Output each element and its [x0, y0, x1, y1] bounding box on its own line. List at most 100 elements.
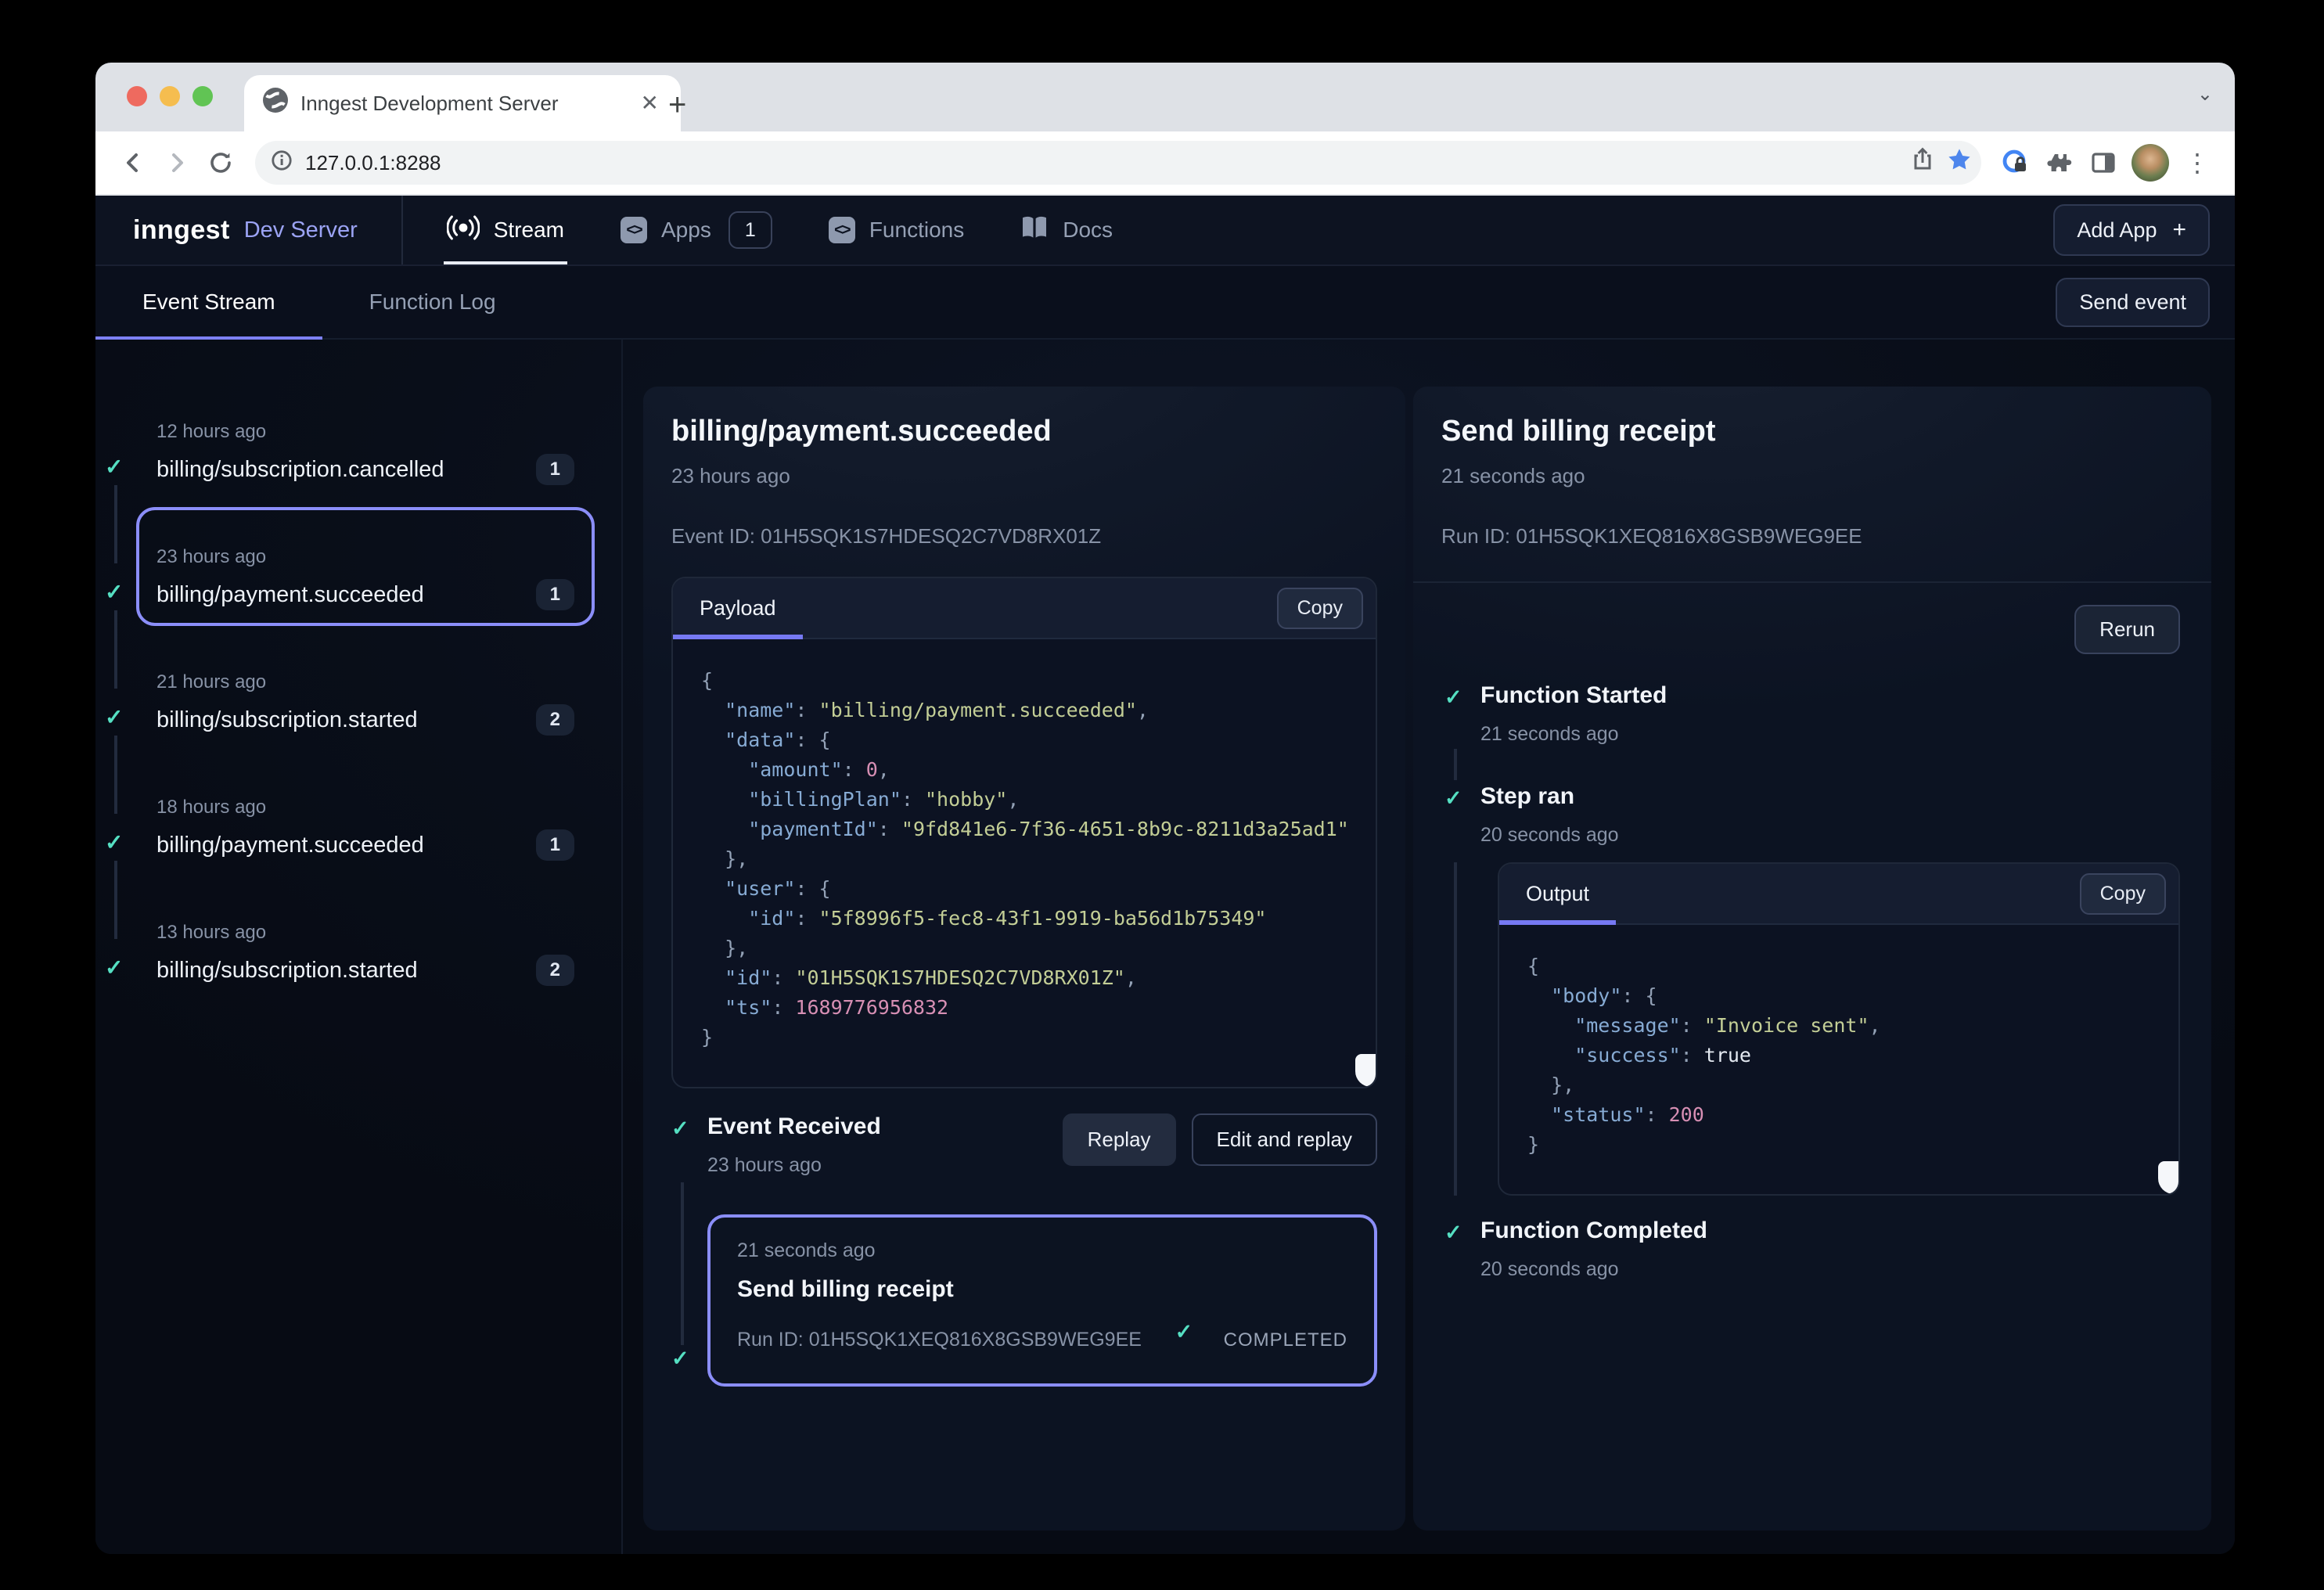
reload-icon[interactable] [199, 141, 243, 185]
new-tab-button[interactable]: + [668, 89, 686, 121]
site-info-icon[interactable] [271, 149, 293, 178]
tab-title: Inngest Development Server [300, 92, 622, 116]
timeline-entry-title: Step ran [1480, 783, 1619, 810]
event-item-time: 18 hours ago [156, 797, 574, 818]
check-icon: ✓ [105, 579, 123, 605]
stream-tabrow: Event Stream Function Log Send event [95, 266, 2235, 340]
event-item-name: billing/subscription.cancelled [156, 457, 536, 483]
dev-server-label: Dev Server [244, 218, 358, 243]
nav-item-stream[interactable]: Stream [419, 196, 592, 264]
profile-avatar[interactable] [2132, 144, 2169, 182]
browser-window: Inngest Development Server ✕ + ⌄ 127.0.0… [95, 63, 2235, 1554]
privacy-badge-icon[interactable] [1994, 141, 2038, 185]
run-detail-panel: Send billing receipt 21 seconds ago Run … [1413, 387, 2211, 1531]
event-list-sidebar: ✓ 12 hours ago billing/subscription.canc… [95, 340, 623, 1554]
event-item-time: 12 hours ago [156, 421, 574, 443]
payload-copy-button[interactable]: Copy [1277, 588, 1363, 629]
brand: inngest Dev Server [133, 196, 403, 264]
plus-icon: + [2172, 217, 2186, 243]
event-item-count-badge: 2 [536, 955, 574, 986]
event-item-time: 13 hours ago [156, 922, 574, 944]
event-list-item[interactable]: ✓ 23 hours ago billing/payment.succeeded… [95, 521, 621, 646]
apps-code-icon: <> [621, 217, 647, 243]
event-detail-panel: billing/payment.succeeded 23 hours ago E… [643, 387, 1405, 1531]
check-icon: ✓ [1444, 786, 1466, 811]
timeline-entry-step-ran: ✓ Step ran 20 seconds ago [1444, 783, 2180, 847]
browser-toolbar: 127.0.0.1:8288 ⋮ [95, 131, 2235, 196]
event-received-row: ✓ Event Received 23 hours ago Replay Edi… [671, 1113, 1377, 1177]
nav-item-label: Docs [1063, 218, 1113, 243]
replay-button[interactable]: Replay [1063, 1113, 1176, 1166]
tab-close-icon[interactable]: ✕ [635, 89, 665, 117]
event-item-name: billing/payment.succeeded [156, 833, 536, 858]
event-received-time: 23 hours ago [707, 1154, 881, 1177]
edit-and-replay-button[interactable]: Edit and replay [1192, 1113, 1377, 1166]
extensions-puzzle-icon[interactable] [2038, 141, 2081, 185]
nav-item-apps[interactable]: <> Apps 1 [592, 196, 800, 264]
run-card-run-id: Run ID: 01H5SQK1XEQ816X8GSB9WEG9EE [737, 1329, 1175, 1351]
minimize-window-button[interactable] [160, 86, 180, 106]
main-content: ✓ 12 hours ago billing/subscription.canc… [95, 340, 2235, 1554]
event-item-time: 23 hours ago [156, 546, 574, 568]
share-icon[interactable] [1911, 147, 1934, 178]
check-icon: ✓ [1175, 1320, 1197, 1344]
nav-item-label: Functions [869, 218, 964, 243]
bookmark-star-icon[interactable] [1947, 147, 1972, 178]
run-detail-header: Send billing receipt 21 seconds ago Run … [1413, 387, 2211, 583]
inngest-logo: inngest [133, 215, 230, 246]
run-card-time: 21 seconds ago [737, 1239, 1347, 1262]
output-copy-button[interactable]: Copy [2080, 873, 2166, 915]
event-list-item[interactable]: ✓ 12 hours ago billing/subscription.canc… [95, 396, 621, 521]
run-time: 21 seconds ago [1441, 464, 2183, 488]
nav-item-docs[interactable]: Docs [992, 196, 1141, 264]
event-item-name: billing/subscription.started [156, 707, 536, 733]
run-detail-body: Rerun ✓ Function Started 21 seconds ago [1413, 583, 2211, 1531]
back-icon[interactable] [111, 141, 155, 185]
tab-search-chevron-icon[interactable]: ⌄ [2197, 83, 2213, 106]
side-panel-icon[interactable] [2081, 141, 2125, 185]
run-id: Run ID: 01H5SQK1XEQ816X8GSB9WEG9EE [1441, 524, 2183, 549]
output-tab[interactable]: Output [1499, 864, 1616, 923]
timeline-entry-time: 20 seconds ago [1480, 1258, 1707, 1281]
event-list-item[interactable]: ✓ 18 hours ago billing/payment.succeeded… [95, 772, 621, 897]
rerun-button[interactable]: Rerun [2074, 605, 2180, 654]
timeline-connector [1454, 749, 1457, 780]
forward-icon[interactable] [155, 141, 199, 185]
browser-tab-active[interactable]: Inngest Development Server ✕ [244, 75, 681, 131]
payload-code: { "name": "billing/payment.succeeded", "… [673, 639, 1376, 1087]
run-title: Send billing receipt [1441, 415, 2183, 448]
timeline-entry-function-started: ✓ Function Started 21 seconds ago [1444, 682, 2180, 746]
payload-code-block: Payload Copy { "name": "billing/payment.… [671, 577, 1377, 1088]
tab-event-stream[interactable]: Event Stream [95, 266, 322, 338]
timeline-entry-function-completed: ✓ Function Completed 20 seconds ago [1444, 1218, 2180, 1281]
payload-code-header: Payload Copy [673, 578, 1376, 639]
event-item-count-badge: 1 [536, 579, 574, 610]
tab-function-log[interactable]: Function Log [322, 266, 543, 338]
add-app-button[interactable]: Add App+ [2053, 204, 2210, 256]
event-list-item[interactable]: ✓ 13 hours ago billing/subscription.star… [95, 897, 621, 1022]
event-time: 23 hours ago [671, 464, 1377, 488]
send-event-button[interactable]: Send event [2056, 278, 2210, 327]
maximize-window-button[interactable] [192, 86, 213, 106]
timeline-entry-title: Function Started [1480, 682, 1667, 709]
timeline-entry-title: Function Completed [1480, 1218, 1707, 1244]
browser-menu-icon[interactable]: ⋮ [2175, 148, 2219, 178]
event-item-name: billing/payment.succeeded [156, 582, 536, 608]
event-item-name: billing/subscription.started [156, 958, 536, 984]
nav-item-functions[interactable]: <> Functions [800, 196, 992, 264]
timeline-entry-time: 20 seconds ago [1480, 824, 1619, 847]
close-window-button[interactable] [127, 86, 147, 106]
check-icon: ✓ [105, 955, 123, 980]
address-bar[interactable]: 127.0.0.1:8288 [255, 141, 1981, 185]
window-controls [127, 86, 213, 106]
screen: Inngest Development Server ✕ + ⌄ 127.0.0… [0, 0, 2324, 1590]
event-list-item[interactable]: ✓ 21 hours ago billing/subscription.star… [95, 646, 621, 772]
function-run-card[interactable]: 21 seconds ago Send billing receipt Run … [707, 1214, 1377, 1387]
check-icon: ✓ [1444, 1221, 1466, 1245]
check-icon: ✓ [105, 829, 123, 855]
payload-tab[interactable]: Payload [673, 578, 803, 638]
event-steps: ✓ Event Received 23 hours ago Replay Edi… [671, 1113, 1377, 1387]
event-list: ✓ 12 hours ago billing/subscription.canc… [95, 396, 621, 1022]
tab-favicon-icon [263, 88, 288, 119]
url-text[interactable]: 127.0.0.1:8288 [305, 151, 1898, 175]
